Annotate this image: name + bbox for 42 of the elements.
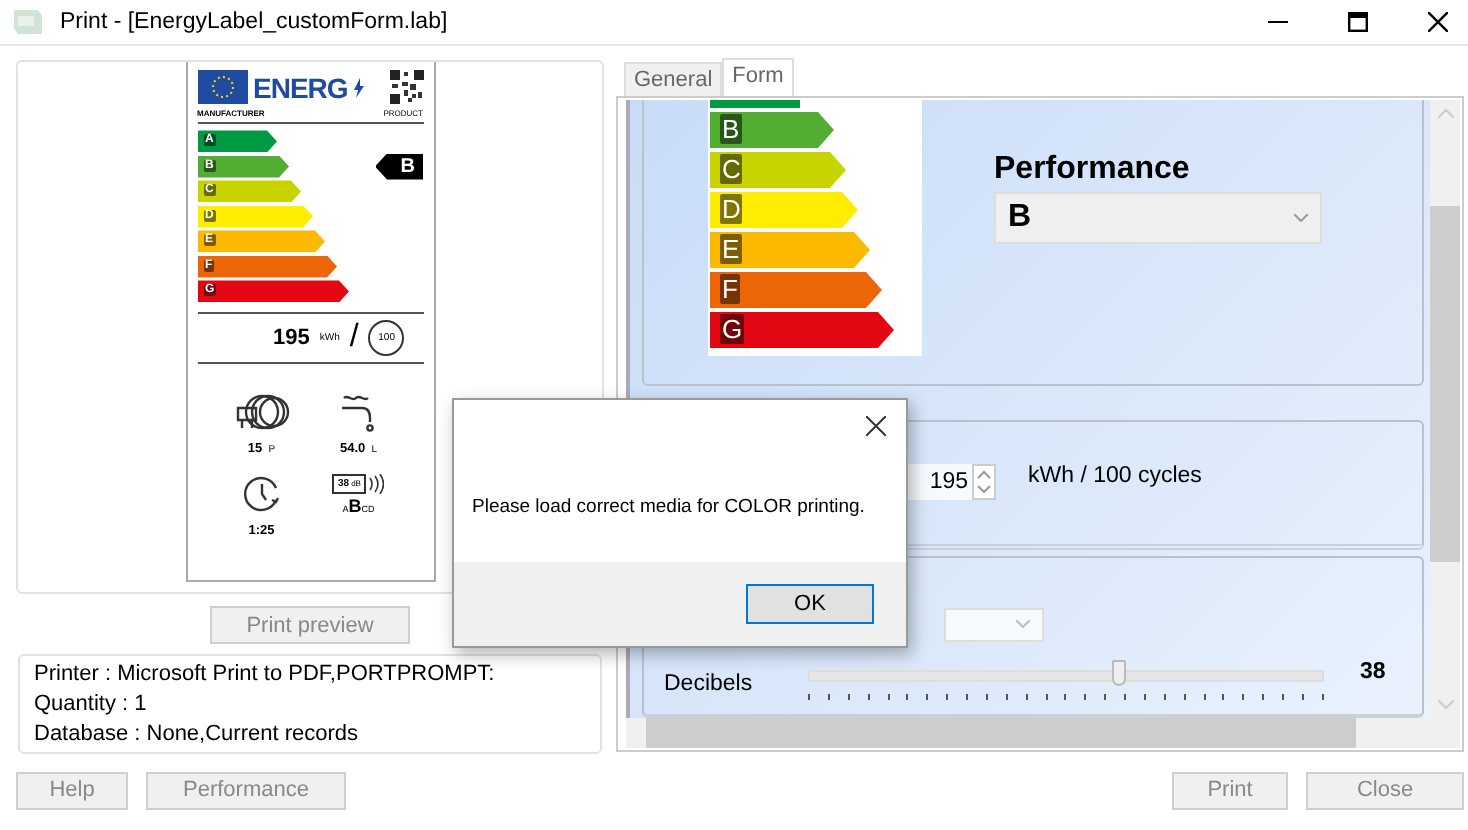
clock-icon [241, 473, 282, 513]
info-line: Printer : Microsoft Print to PDF,PORTPROMPT: [34, 660, 497, 690]
noise-class-letter: B [348, 495, 362, 515]
vertical-scrollbar[interactable] [1430, 100, 1460, 718]
sound-waves-icon [368, 473, 385, 493]
close-icon[interactable] [1428, 12, 1448, 32]
window-title: Print - [EnergyLabel_customForm.lab] [60, 10, 448, 34]
slash-text: / [349, 319, 359, 355]
decibels-value: 38 [1360, 660, 1386, 685]
tab[interactable]: Form [722, 58, 794, 96]
eu-flag-icon [197, 70, 247, 104]
qr-code-icon [389, 70, 423, 104]
dialog-message: Please load correct media for COLOR printing. [472, 496, 865, 518]
tab[interactable]: General [624, 62, 723, 96]
footer-button[interactable]: Help [16, 771, 128, 809]
water-tap-icon [338, 391, 379, 431]
plates-icon [233, 391, 290, 431]
energy-brand: ENERG [253, 71, 348, 103]
close-icon[interactable] [866, 416, 886, 436]
spin-arrows-icon[interactable] [972, 464, 996, 501]
lightning-icon [353, 77, 364, 97]
footer-button[interactable]: Performance [146, 771, 346, 809]
print-preview-button[interactable]: Print preview [210, 606, 410, 644]
energy-value: 195 [273, 325, 310, 349]
dropdown-field[interactable] [944, 607, 1044, 642]
decibels-label: Decibels [664, 672, 755, 697]
performance-label: Performance [994, 152, 1192, 188]
chevron-icon [1294, 214, 1308, 222]
scroll-down-icon[interactable] [1437, 700, 1453, 710]
energy-unit-label: kWh / 100 cycles [1028, 464, 1202, 489]
ok-button[interactable]: OK [746, 584, 874, 624]
chevron-icon [1016, 620, 1030, 629]
slider-thumb[interactable] [1111, 659, 1126, 686]
footer-button[interactable]: Close [1306, 771, 1464, 809]
scroll-up-icon[interactable] [1437, 108, 1453, 118]
footer-button[interactable]: Print [1172, 771, 1288, 809]
app-icon [12, 8, 44, 36]
performance-dropdown[interactable]: B [994, 192, 1322, 244]
maximize-icon[interactable] [1348, 12, 1368, 32]
info-line: Database : None,Current records [34, 720, 361, 750]
horizontal-scrollbar[interactable] [626, 718, 1460, 748]
info-line: Quantity : 1 [34, 690, 149, 720]
